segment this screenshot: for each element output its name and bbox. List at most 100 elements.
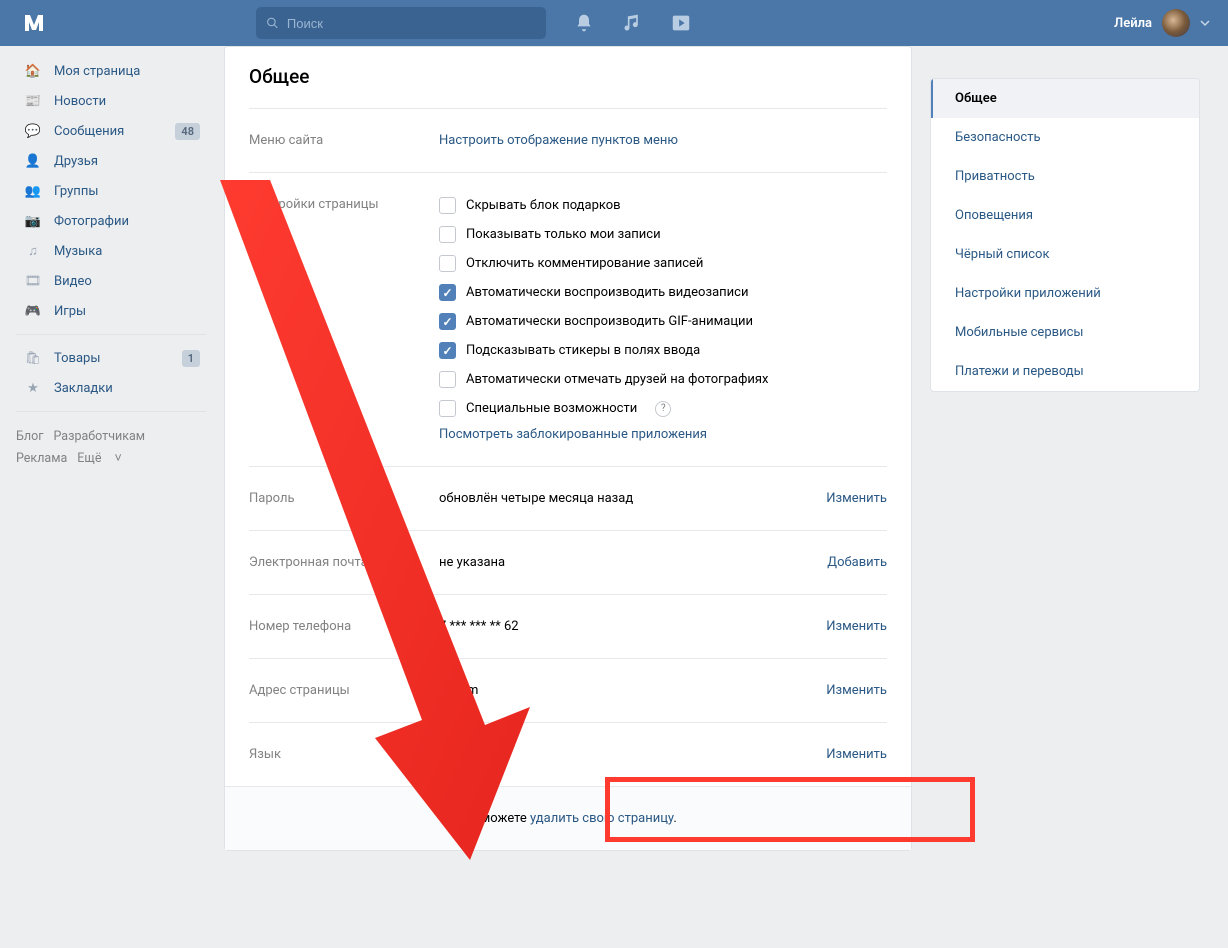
chk-accessibility[interactable]: Специальные возможности? xyxy=(439,400,887,417)
tab-mobile[interactable]: Мобильные сервисы xyxy=(931,313,1199,352)
home-icon: 🏠 xyxy=(22,60,44,82)
chk-only-my-posts[interactable]: Показывать только мои записи xyxy=(439,226,887,243)
row-site-menu: Меню сайта Настроить отображение пунктов… xyxy=(249,108,887,172)
checkbox-icon xyxy=(439,313,456,330)
settings-panel: Общее Меню сайта Настроить отображение п… xyxy=(224,46,912,851)
separator xyxy=(16,334,206,335)
bag-icon: 🛍 xyxy=(22,347,44,369)
password-change-link[interactable]: Изменить xyxy=(826,491,887,506)
nav-market[interactable]: 🛍Товары1 xyxy=(16,343,206,373)
chk-hide-gifts[interactable]: Скрывать блок подарков xyxy=(439,197,887,214)
email-label: Электронная почта xyxy=(249,555,439,570)
bell-icon[interactable] xyxy=(574,13,594,33)
chk-disable-comments[interactable]: Отключить комментирование записей xyxy=(439,255,887,272)
checkbox-icon xyxy=(439,255,456,272)
market-badge: 1 xyxy=(182,350,200,367)
tab-general[interactable]: Общее xyxy=(931,79,1199,118)
music-icon[interactable] xyxy=(622,13,642,33)
checkbox-icon xyxy=(439,197,456,214)
gamepad-icon: 🎮 xyxy=(22,300,44,322)
email-add-link[interactable]: Добавить xyxy=(827,555,887,570)
configure-menu-link[interactable]: Настроить отображение пунктов меню xyxy=(439,133,678,148)
checkbox-icon xyxy=(439,342,456,359)
settings-tabs: Общее Безопасность Приватность Оповещени… xyxy=(930,78,1200,851)
search-icon xyxy=(266,16,279,30)
groups-icon: 👥 xyxy=(22,180,44,202)
ads-link[interactable]: Реклама xyxy=(16,451,67,466)
row-email: Электронная почта не указана Добавить xyxy=(249,530,887,594)
url-value: h .com xyxy=(439,683,826,698)
footer-links: Блог Разработчикам Реклама Ещё ˅ xyxy=(16,426,206,470)
delete-footer: Вы можете удалить свою страницу. xyxy=(225,786,911,850)
row-url: Адрес страницы h .com Изменить xyxy=(249,658,887,722)
nav-video[interactable]: 🎞Видео xyxy=(16,266,206,296)
tab-notifications[interactable]: Оповещения xyxy=(931,196,1199,235)
dev-link[interactable]: Разработчикам xyxy=(53,429,145,444)
page-title: Общее xyxy=(249,65,887,88)
camera-icon: 📷 xyxy=(22,210,44,232)
tab-payments[interactable]: Платежи и переводы xyxy=(931,352,1199,391)
nav-groups[interactable]: 👥Группы xyxy=(16,176,206,206)
phone-label: Номер телефона xyxy=(249,619,439,634)
friends-icon: 👤 xyxy=(22,150,44,172)
chk-suggest-stickers[interactable]: Подсказывать стикеры в полях ввода xyxy=(439,342,887,359)
nav-bookmarks[interactable]: ★Закладки xyxy=(16,373,206,403)
nav-games[interactable]: 🎮Игры xyxy=(16,296,206,326)
news-icon: 📰 xyxy=(22,90,44,112)
nav-photos[interactable]: 📷Фотографии xyxy=(16,206,206,236)
phone-change-link[interactable]: Изменить xyxy=(826,619,887,634)
tab-blacklist[interactable]: Чёрный список xyxy=(931,235,1199,274)
password-value: обновлён четыре месяца назад xyxy=(439,491,826,506)
language-value: Русский xyxy=(439,747,826,762)
chk-auto-tag[interactable]: Автоматически отмечать друзей на фотогра… xyxy=(439,371,887,388)
user-area[interactable]: Лейла xyxy=(1114,0,1210,46)
separator xyxy=(16,411,206,412)
film-icon: 🎞 xyxy=(22,270,44,292)
chevron-down-icon xyxy=(1200,18,1210,28)
checkbox-icon xyxy=(439,371,456,388)
nav-news[interactable]: 📰Новости xyxy=(16,86,206,116)
chk-autoplay-gif[interactable]: Автоматически воспроизводить GIF-анимаци… xyxy=(439,313,887,330)
nav-my-page[interactable]: 🏠Моя страница xyxy=(16,56,206,86)
nav-friends[interactable]: 👤Друзья xyxy=(16,146,206,176)
row-language: Язык Русский Изменить xyxy=(249,722,887,786)
url-change-link[interactable]: Изменить xyxy=(826,683,887,698)
row-password: Пароль обновлён четыре месяца назад Изме… xyxy=(249,466,887,530)
music-note-icon: ♫ xyxy=(22,240,44,262)
nav-music[interactable]: ♫Музыка xyxy=(16,236,206,266)
url-label: Адрес страницы xyxy=(249,683,439,698)
username: Лейла xyxy=(1114,16,1152,31)
topbar: Лейла xyxy=(0,0,1228,46)
more-link[interactable]: Ещё ˅ xyxy=(77,451,122,466)
row-phone: Номер телефона 7 *** *** ** 62 Изменить xyxy=(249,594,887,658)
delete-page-link[interactable]: удалить свою страницу xyxy=(530,811,673,826)
star-icon: ★ xyxy=(22,377,44,399)
delete-post-text: . xyxy=(673,811,676,826)
video-play-icon[interactable] xyxy=(670,12,692,34)
messages-icon: 💬 xyxy=(22,120,44,142)
top-icons xyxy=(574,12,692,34)
nav-messages[interactable]: 💬Сообщения48 xyxy=(16,116,206,146)
blog-link[interactable]: Блог xyxy=(16,429,43,444)
messages-badge: 48 xyxy=(175,123,200,140)
help-icon[interactable]: ? xyxy=(655,401,671,417)
left-sidebar: 🏠Моя страница 📰Новости 💬Сообщения48 👤Дру… xyxy=(16,46,206,851)
tab-app-settings[interactable]: Настройки приложений xyxy=(931,274,1199,313)
search-input[interactable] xyxy=(287,16,536,31)
delete-pre-text: Вы можете xyxy=(459,811,530,826)
checkbox-icon xyxy=(439,226,456,243)
search-box[interactable] xyxy=(256,7,546,39)
checkbox-icon xyxy=(439,284,456,301)
avatar xyxy=(1162,9,1190,37)
site-menu-label: Меню сайта xyxy=(249,133,439,148)
tab-security[interactable]: Безопасность xyxy=(931,118,1199,157)
language-change-link[interactable]: Изменить xyxy=(826,747,887,762)
chk-autoplay-video[interactable]: Автоматически воспроизводить видеозаписи xyxy=(439,284,887,301)
password-label: Пароль xyxy=(249,491,439,506)
page-settings-label: Настройки страницы xyxy=(249,197,439,212)
phone-value: 7 *** *** ** 62 xyxy=(439,619,826,634)
vk-logo-icon[interactable] xyxy=(22,12,58,34)
tab-privacy[interactable]: Приватность xyxy=(931,157,1199,196)
language-label: Язык xyxy=(249,747,439,762)
blocked-apps-link[interactable]: Посмотреть заблокированные приложения xyxy=(439,427,887,442)
